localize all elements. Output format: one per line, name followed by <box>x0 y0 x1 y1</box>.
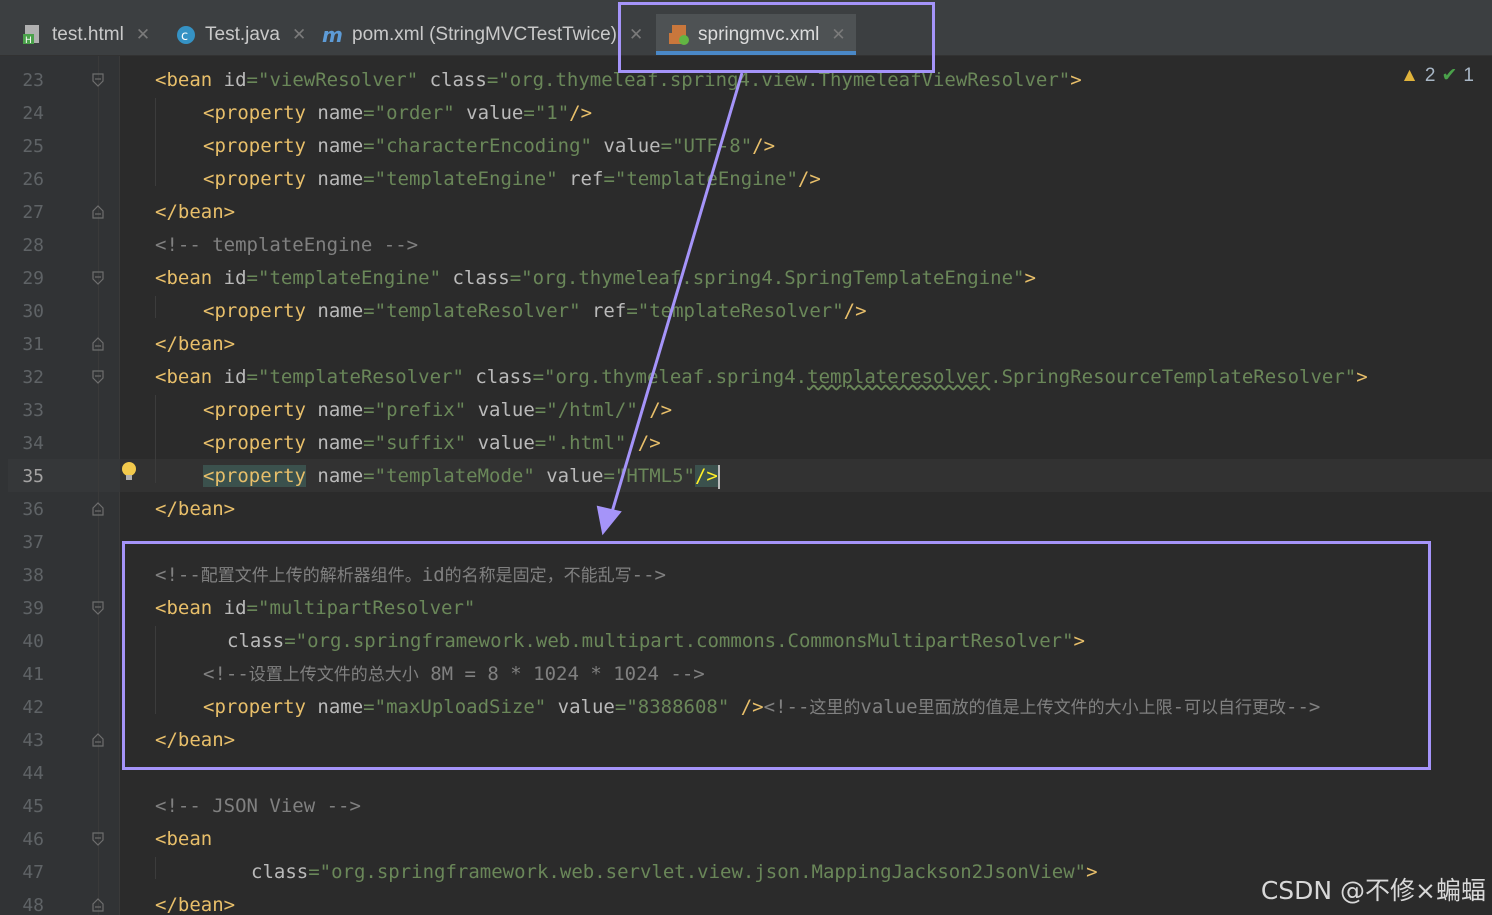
annotation-arrow <box>596 72 744 536</box>
watermark: CSDN @不修×蝙蝠 <box>1260 876 1486 905</box>
